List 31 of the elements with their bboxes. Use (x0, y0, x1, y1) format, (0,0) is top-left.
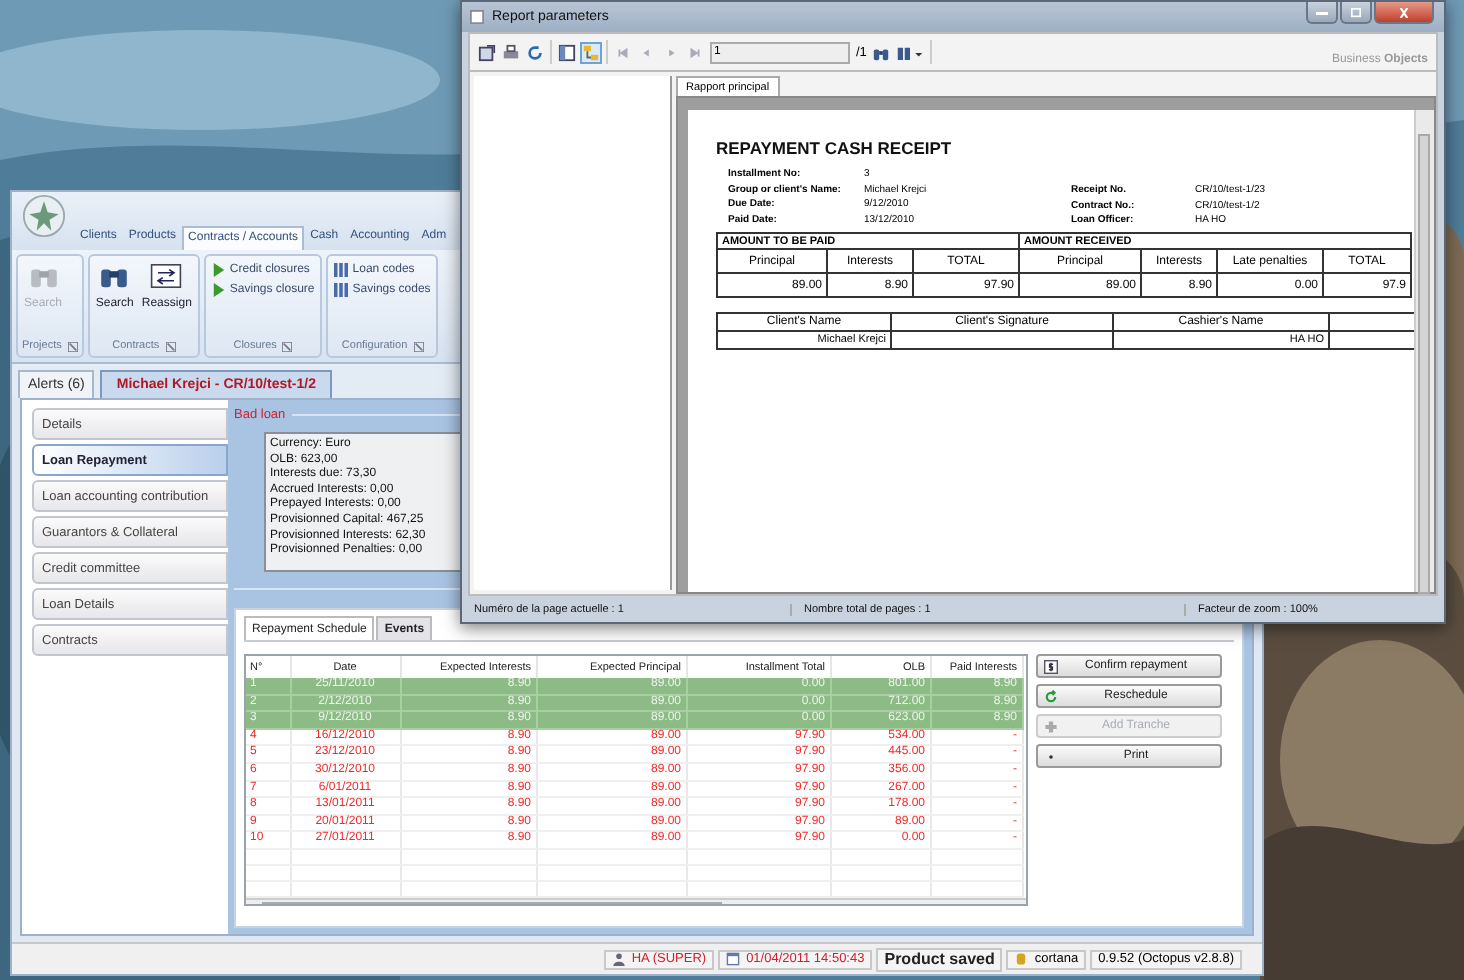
minimize-button[interactable] (1306, 2, 1338, 24)
dollar-icon (1044, 659, 1058, 673)
plus-icon (1044, 719, 1058, 733)
print-icon[interactable] (502, 43, 520, 61)
binoculars-icon[interactable] (872, 43, 891, 61)
columns-icon (334, 262, 349, 278)
horizontal-scrollbar[interactable] (246, 897, 1026, 904)
panel-icon[interactable] (558, 43, 576, 61)
export-icon[interactable] (478, 43, 496, 61)
window-icon (470, 10, 484, 24)
calendar-icon (726, 952, 741, 966)
columns-icon (334, 282, 349, 298)
close-icon (1398, 7, 1410, 17)
maximize-icon (1350, 7, 1362, 17)
launcher-icon[interactable] (165, 341, 176, 351)
swap-icon (150, 260, 183, 292)
vertical-scrollbar[interactable] (1414, 110, 1434, 592)
dot-icon (1044, 749, 1058, 763)
zoom-dropdown-icon[interactable] (896, 43, 925, 61)
launcher-icon[interactable] (413, 341, 424, 351)
status-message: Product saved (876, 947, 1003, 971)
tree-icon[interactable] (582, 43, 600, 61)
refresh-icon[interactable] (526, 43, 544, 61)
close-button[interactable] (1374, 2, 1434, 24)
refresh-icon (1044, 689, 1058, 703)
launcher-icon[interactable] (282, 341, 293, 351)
launcher-icon[interactable] (67, 341, 78, 351)
database-icon (1014, 952, 1029, 966)
user-icon (611, 952, 626, 966)
maximize-button[interactable] (1340, 2, 1372, 24)
receipt-title: REPAYMENT CASH RECEIPT (716, 138, 954, 158)
